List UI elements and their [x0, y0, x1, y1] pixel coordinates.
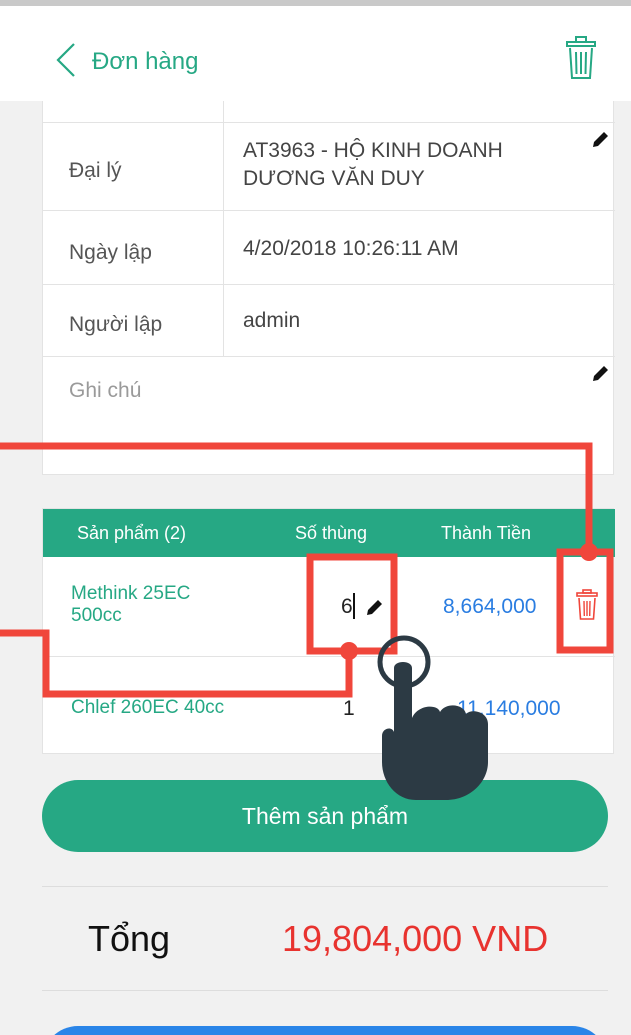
note-placeholder: Ghi chú [69, 379, 142, 402]
order-info-card: Đại lý AT3963 - HỘ KINH DOANH DƯƠNG VĂN … [42, 101, 615, 475]
note-field[interactable]: Ghi chú [43, 357, 615, 475]
info-row-creator: Người lập admin [43, 285, 615, 357]
edit-pencil-icon[interactable] [365, 597, 385, 617]
page-title: Đơn hàng [92, 48, 199, 75]
date-value: 4/20/2018 10:26:11 AM [243, 237, 459, 260]
creator-label: Người lập [69, 313, 163, 336]
product-name-line1: Methink 25EC [71, 583, 191, 604]
tap-hand-icon [377, 635, 488, 800]
products-table: Sản phẩm (2) Số thùng Thành Tiền Methink… [42, 508, 615, 755]
trash-icon[interactable] [564, 36, 598, 80]
submit-order-button[interactable] [42, 1026, 608, 1035]
product-name: Methink 25EC 500cc [71, 583, 190, 627]
chevron-left-icon[interactable] [54, 42, 78, 78]
info-row-top [43, 101, 615, 123]
total-label: Tổng [88, 918, 171, 959]
column-header-product: Sản phẩm (2) [77, 523, 187, 543]
product-name-line2: 500cc [71, 605, 122, 626]
product-name: Chlef 260EC 40cc [71, 697, 225, 718]
creator-value: admin [243, 309, 301, 332]
divider [42, 886, 608, 887]
add-product-button[interactable]: Thêm sản phẩm [42, 780, 608, 852]
table-header: Sản phẩm (2) Số thùng Thành Tiền [43, 509, 615, 557]
total-value: 19,804,000 VND [282, 918, 549, 959]
row-amount: 8,664,000 [443, 595, 537, 618]
quantity-input[interactable]: 6 [341, 595, 353, 619]
agent-value-line2: DƯƠNG VĂN DUY [243, 167, 425, 190]
divider [42, 990, 608, 991]
info-row-agent[interactable]: Đại lý AT3963 - HỘ KINH DOANH DƯƠNG VĂN … [43, 123, 615, 211]
app-header: Đơn hàng [0, 6, 631, 101]
column-header-quantity: Số thùng [295, 523, 368, 543]
agent-value-line1: AT3963 - HỘ KINH DOANH [243, 139, 503, 162]
edit-pencil-icon[interactable] [591, 363, 611, 383]
delete-row-icon[interactable] [575, 589, 599, 621]
column-header-amount: Thành Tiền [441, 523, 532, 543]
quantity-value[interactable]: 1 [343, 697, 355, 721]
agent-value: AT3963 - HỘ KINH DOANH DƯƠNG VĂN DUY [243, 137, 503, 193]
agent-label: Đại lý [69, 159, 122, 182]
table-row[interactable]: Methink 25EC 500cc 6 8,664,000 [43, 557, 615, 657]
table-row[interactable]: Chlef 260EC 40cc 1 11,140,000 [43, 657, 615, 755]
info-row-date: Ngày lập 4/20/2018 10:26:11 AM [43, 211, 615, 285]
edit-pencil-icon[interactable] [591, 129, 611, 149]
date-label: Ngày lập [69, 241, 152, 264]
text-cursor [353, 593, 355, 619]
